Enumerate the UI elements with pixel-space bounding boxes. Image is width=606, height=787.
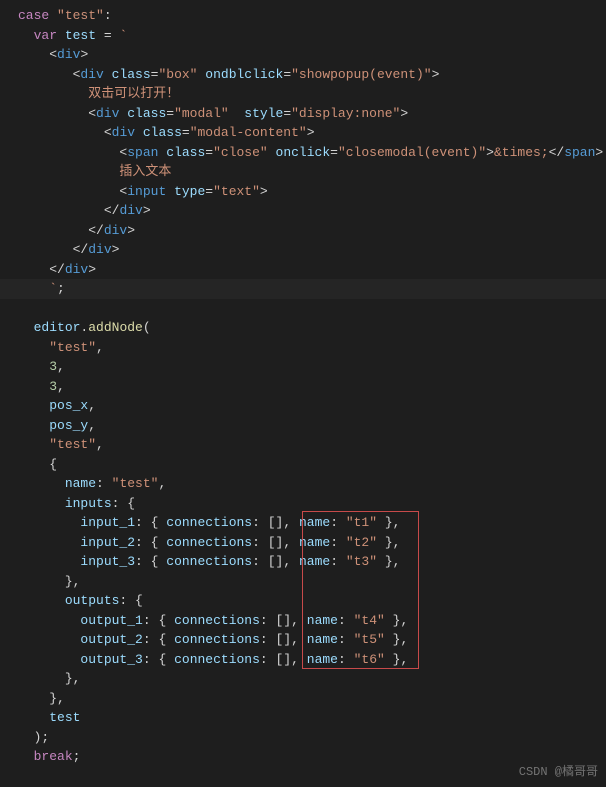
code-line: 插入文本 [0,162,606,182]
code-line: output_2: { connections: [], name: "t5" … [0,630,606,650]
code-line: <input type="text"> [0,182,606,202]
code-line: <div class="modal-content"> [0,123,606,143]
code-line: }, [0,572,606,592]
code-line: </div> [0,221,606,241]
code-line: 3, [0,377,606,397]
code-line: 双击可以打开！ [0,84,606,104]
code-line: outputs: { [0,591,606,611]
watermark: CSDN @橘哥哥 [519,763,598,781]
code-line: ); [0,728,606,748]
code-line: <div class="modal" style="display:none"> [0,104,606,124]
code-line: input_2: { connections: [], name: "t2" }… [0,533,606,553]
code-line: "test", [0,435,606,455]
code-line: 3, [0,357,606,377]
code-line: pos_x, [0,396,606,416]
code-line: break; [0,747,606,767]
code-line: }, [0,669,606,689]
code-line: { [0,455,606,475]
code-line: input_1: { connections: [], name: "t1" }… [0,513,606,533]
code-line: editor.addNode( [0,318,606,338]
code-line: var test = ` [0,26,606,46]
code-line: output_3: { connections: [], name: "t6" … [0,650,606,670]
code-line: <div class="box" ondblclick="showpopup(e… [0,65,606,85]
code-line [0,299,606,319]
code-line: </div> [0,260,606,280]
code-line: test [0,708,606,728]
code-editor[interactable]: case "test": var test = ` <div> <div cla… [0,0,606,787]
code-line: pos_y, [0,416,606,436]
code-line: name: "test", [0,474,606,494]
code-line: inputs: { [0,494,606,514]
code-line: `; [0,279,606,299]
code-line: <span class="close" onclick="closemodal(… [0,143,606,163]
code-line: </div> [0,201,606,221]
code-line: }, [0,689,606,709]
code-line: output_1: { connections: [], name: "t4" … [0,611,606,631]
code-line: case "test": [0,6,606,26]
code-line: <div> [0,45,606,65]
code-line: "test", [0,338,606,358]
code-line: </div> [0,240,606,260]
code-line: input_3: { connections: [], name: "t3" }… [0,552,606,572]
